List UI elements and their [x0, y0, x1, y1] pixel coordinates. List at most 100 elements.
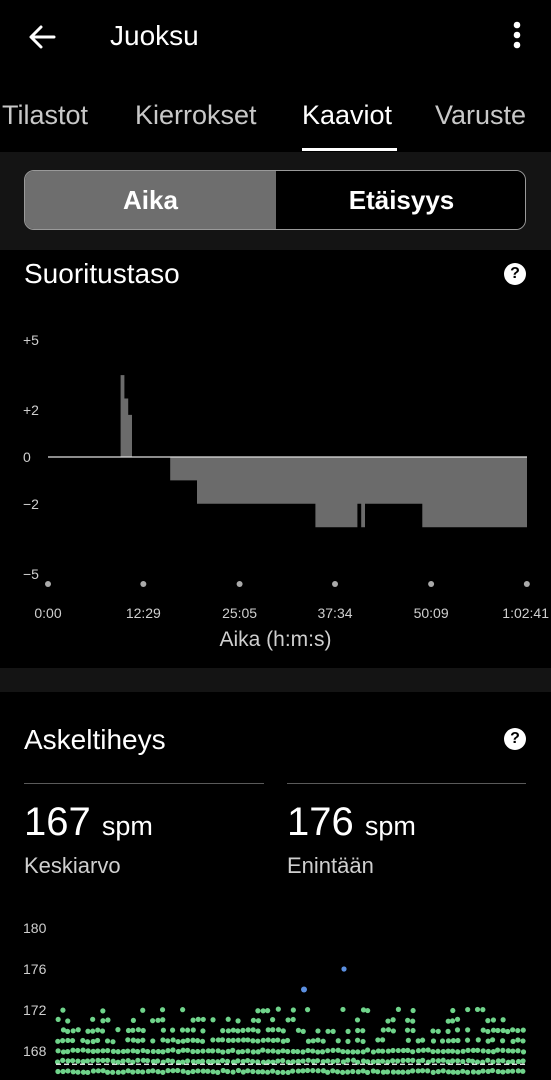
cadence-point [450, 1058, 456, 1064]
help-circle-icon[interactable]: ? [504, 263, 526, 285]
more-options-button[interactable] [500, 18, 534, 58]
cadence-point [125, 1057, 131, 1064]
cadence-point [240, 1058, 246, 1065]
cadence-point [495, 1058, 501, 1064]
cadence-point [445, 1028, 451, 1034]
cadence-point [260, 1047, 266, 1053]
cadence-point [70, 1047, 76, 1053]
tab-kierrokset[interactable]: Kierrokset [135, 100, 257, 131]
cadence-point [305, 1038, 312, 1044]
cadence-point [400, 1057, 406, 1064]
cadence-point [219, 1037, 226, 1043]
cadence-point [140, 1069, 146, 1075]
cadence-point [465, 1027, 471, 1033]
cadence-point [284, 1037, 291, 1044]
cadence-point [354, 1017, 361, 1023]
cadence-point [65, 1037, 71, 1044]
cadence-point [345, 1069, 351, 1075]
cadence-point [245, 1048, 251, 1054]
cadence-point [315, 1037, 321, 1043]
cadence-point [375, 1058, 381, 1064]
cadence-point [160, 1069, 166, 1075]
cadence-point [165, 1068, 171, 1074]
cadence-point [145, 1068, 151, 1074]
cadence-point [130, 1069, 136, 1075]
x-tick-dot [140, 581, 147, 587]
cadence-point [160, 1017, 166, 1023]
cadence-point [240, 1027, 246, 1033]
cadence-point [305, 1047, 311, 1054]
cadence-point [300, 1028, 306, 1034]
cadence-point [495, 1068, 501, 1075]
cadence-point [95, 1048, 101, 1054]
cadence-point [384, 1069, 391, 1075]
cadence-point [220, 1049, 226, 1055]
cadence-point [235, 1067, 242, 1074]
cadence-point [179, 1027, 186, 1033]
cadence-point [285, 1048, 291, 1055]
tab-tilastot[interactable]: Tilastot [2, 100, 88, 131]
cadence-point [475, 1069, 482, 1075]
segment-time-button[interactable]: Aika [25, 171, 276, 229]
tab-kaaviot[interactable]: Kaaviot [302, 100, 392, 131]
cadence-point [474, 1006, 481, 1013]
cadence-point [250, 1027, 256, 1033]
cadence-point [345, 1049, 351, 1055]
max-label: Enintään [287, 853, 374, 878]
cadence-point [160, 1037, 166, 1043]
segment-distance-button[interactable]: Etäisyys [276, 171, 525, 229]
cadence-point [410, 1068, 416, 1074]
cadence-point [489, 1067, 496, 1074]
cadence-point [265, 1027, 271, 1033]
cadence-point [500, 1069, 506, 1075]
cadence-point [240, 1069, 246, 1075]
cadence-point [224, 1058, 231, 1064]
cadence-point [205, 1068, 211, 1074]
cadence-point [64, 1028, 71, 1034]
cadence-point [255, 1018, 262, 1024]
cadence-point [505, 1048, 511, 1054]
x-axis-title: Aika (h:m:s) [219, 628, 332, 651]
cadence-point [225, 1016, 231, 1022]
cadence-point [500, 1058, 506, 1064]
cadence-point [475, 1037, 481, 1043]
x-tick-label: 0:00 [34, 605, 61, 620]
cadence-point [445, 1069, 452, 1075]
cadence-point [250, 1068, 256, 1075]
cadence-point [325, 1028, 331, 1034]
cadence-point [259, 1069, 266, 1075]
cadence-point [390, 1028, 396, 1034]
cadence-point [135, 1027, 142, 1033]
cadence-point [230, 1047, 236, 1053]
cadence-point [300, 1068, 306, 1074]
cadence-point [265, 1037, 271, 1043]
cadence-point [70, 1058, 76, 1064]
cadence-point [210, 1069, 216, 1075]
cadence-point [215, 1069, 221, 1075]
cadence-point [170, 1068, 176, 1074]
cadence-point [520, 1058, 526, 1064]
tab-varuste[interactable]: Varuste [435, 100, 526, 131]
x-tick-label: 12:29 [126, 605, 161, 620]
cadence-point [155, 1069, 161, 1075]
cadence-point [320, 1058, 326, 1065]
cadence-point [295, 1058, 301, 1064]
cadence-point [464, 1069, 471, 1075]
cadence-point [500, 1047, 506, 1053]
cadence-point [355, 1069, 361, 1075]
cadence-point [55, 1068, 61, 1075]
cadence-point [275, 1069, 281, 1075]
section-divider [0, 668, 551, 692]
cadence-point [220, 1067, 226, 1074]
help-circle-icon[interactable]: ? [504, 728, 526, 750]
app-bar: Juoksu [0, 0, 551, 76]
cadence-point [455, 1058, 461, 1064]
cadence-point [90, 1016, 96, 1022]
cadence-point [395, 1069, 401, 1075]
back-button[interactable] [22, 18, 62, 58]
cadence-point [335, 1058, 341, 1064]
cadence-point [420, 1047, 426, 1053]
cadence-point [200, 1028, 206, 1034]
cadence-point [330, 1028, 336, 1034]
cadence-point [285, 1017, 291, 1023]
